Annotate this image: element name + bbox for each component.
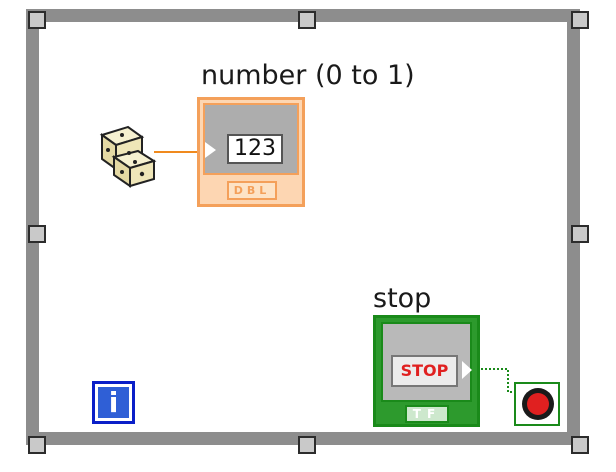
output-terminal-icon (462, 361, 472, 379)
numeric-display: 123 (227, 134, 283, 164)
iteration-glyph: i (98, 387, 129, 418)
data-type-tag: DBL (227, 181, 277, 200)
stop-boolean-control[interactable]: STOP TF (373, 315, 480, 427)
stop-sign-icon (522, 388, 554, 420)
dice-icon (99, 125, 157, 188)
random-number-node[interactable] (98, 123, 158, 188)
stop-to-condition-wire[interactable] (481, 368, 515, 393)
numeric-indicator[interactable]: 123 DBL (197, 97, 305, 207)
iteration-terminal[interactable]: i (92, 381, 135, 424)
loop-condition-terminal[interactable] (514, 382, 560, 426)
numeric-indicator-label: number (0 to 1) (201, 60, 415, 91)
data-type-tag: TF (405, 405, 449, 423)
stop-control-label: stop (373, 283, 432, 314)
input-terminal-icon (205, 142, 216, 158)
stop-button-face: STOP (391, 355, 458, 387)
